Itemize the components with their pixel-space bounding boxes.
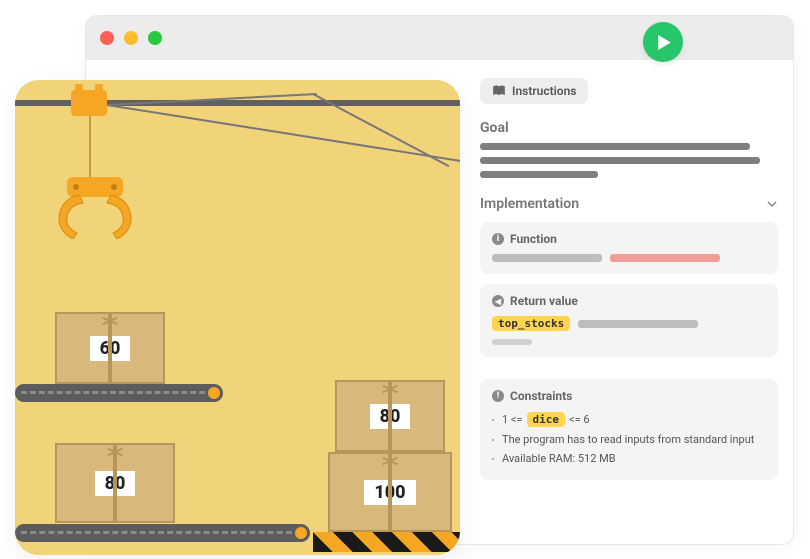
implementation-header[interactable]: Implementation bbox=[480, 196, 778, 212]
constraint-item: The program has to read inputs from stan… bbox=[492, 430, 766, 449]
minimize-icon[interactable] bbox=[124, 31, 138, 45]
return-value-card: ◀ Return value top_stocks bbox=[480, 284, 778, 357]
info-icon: ! bbox=[492, 390, 504, 402]
constraint-item: Available RAM: 512 MB bbox=[492, 449, 766, 468]
conveyor-belt bbox=[15, 524, 307, 542]
belt-pulley bbox=[292, 524, 310, 542]
crane-claw bbox=[55, 177, 135, 197]
hazard-platform bbox=[313, 532, 460, 552]
function-card: i Function bbox=[480, 222, 778, 274]
play-icon bbox=[657, 35, 672, 50]
placeholder-bar bbox=[492, 339, 532, 345]
crane-cable bbox=[89, 116, 91, 177]
card-title: i Function bbox=[492, 232, 766, 246]
placeholder-bar bbox=[610, 254, 720, 262]
close-icon[interactable] bbox=[100, 31, 114, 45]
constraint-item: 1 <= dice <= 6 bbox=[492, 409, 766, 430]
placeholder-bar bbox=[578, 320, 698, 328]
window-controls bbox=[100, 31, 162, 45]
crane-trolley bbox=[71, 90, 107, 116]
belt-pulley bbox=[205, 384, 223, 402]
run-button[interactable] bbox=[643, 22, 683, 62]
return-chip: top_stocks bbox=[492, 316, 570, 331]
tab-instructions[interactable]: Instructions bbox=[480, 78, 588, 104]
instructions-panel: Instructions Goal Implementation i Funct… bbox=[480, 78, 778, 480]
crate: 80 bbox=[55, 443, 175, 523]
placeholder-line bbox=[480, 157, 760, 164]
support-cable bbox=[107, 104, 460, 162]
placeholder-bar bbox=[492, 254, 602, 262]
info-icon: i bbox=[492, 233, 504, 245]
tab-label: Instructions bbox=[512, 84, 576, 98]
game-illustration: 60 80 80 100 bbox=[15, 80, 460, 555]
implementation-heading: Implementation bbox=[480, 196, 579, 212]
crate: 100 bbox=[328, 452, 452, 532]
constraint-chip: dice bbox=[527, 412, 566, 427]
window-titlebar bbox=[86, 16, 793, 60]
arrow-left-icon: ◀ bbox=[492, 295, 504, 307]
constraints-card: ! Constraints 1 <= dice <= 6 The program… bbox=[480, 379, 778, 480]
crate: 80 bbox=[335, 380, 445, 452]
card-title: ! Constraints bbox=[492, 389, 766, 403]
crate: 60 bbox=[55, 312, 165, 384]
book-icon bbox=[492, 85, 506, 97]
constraints-list: 1 <= dice <= 6 The program has to read i… bbox=[492, 409, 766, 468]
placeholder-line bbox=[480, 171, 598, 178]
conveyor-belt bbox=[15, 384, 220, 402]
card-title: ◀ Return value bbox=[492, 294, 766, 308]
placeholder-line bbox=[480, 143, 750, 150]
goal-heading: Goal bbox=[480, 120, 778, 136]
chevron-down-icon bbox=[766, 198, 778, 210]
maximize-icon[interactable] bbox=[148, 31, 162, 45]
